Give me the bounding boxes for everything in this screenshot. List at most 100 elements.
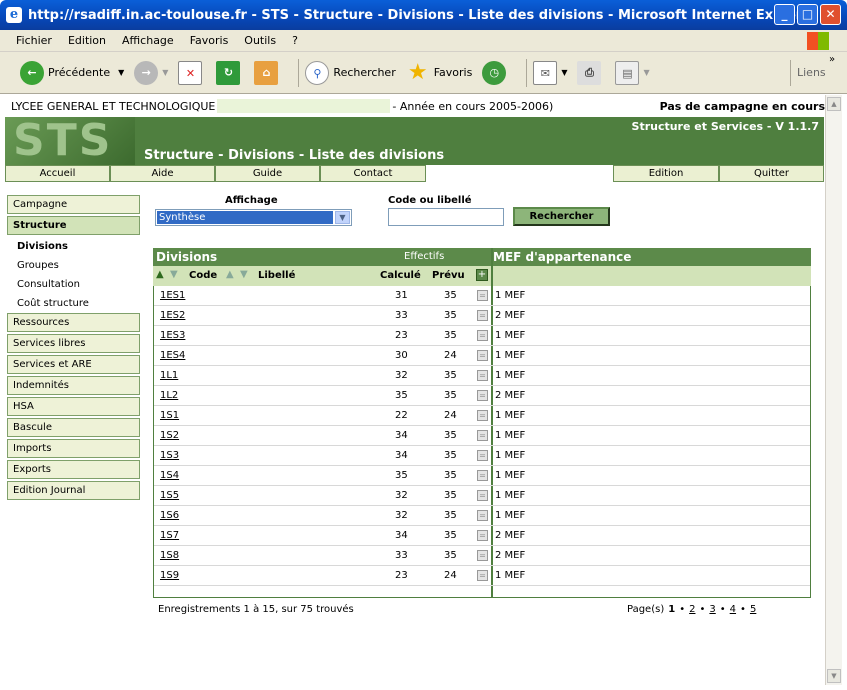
menu-fichier[interactable]: Fichier: [16, 34, 52, 47]
edit-button[interactable]: ▤ ▼: [615, 60, 650, 85]
row-action-icon[interactable]: =: [477, 310, 488, 321]
nav-contact[interactable]: Contact: [320, 165, 426, 182]
sidebar-item-hsa[interactable]: HSA: [7, 397, 140, 416]
division-code-link[interactable]: 1S1: [160, 410, 179, 421]
division-code-link[interactable]: 1S8: [160, 550, 179, 561]
code-libelle-input[interactable]: [388, 208, 504, 226]
sidebar-item-campagne[interactable]: Campagne: [7, 195, 140, 214]
close-button[interactable]: ✕: [820, 4, 841, 25]
minimize-button[interactable]: _: [774, 4, 795, 25]
column-libelle[interactable]: Libellé: [258, 270, 295, 281]
vertical-scrollbar[interactable]: ▲ ▼: [825, 95, 842, 685]
back-button[interactable]: ← Précédente ▼: [20, 60, 124, 85]
sidebar-item-edition-journal[interactable]: Edition Journal: [7, 481, 140, 500]
sidebar-item-imports[interactable]: Imports: [7, 439, 140, 458]
menu-help[interactable]: ?: [292, 34, 298, 47]
row-action-icon[interactable]: =: [477, 510, 488, 521]
nav-accueil[interactable]: Accueil: [5, 165, 110, 182]
division-code-link[interactable]: 1S4: [160, 470, 179, 481]
row-action-icon[interactable]: =: [477, 530, 488, 541]
chevron-icon[interactable]: »: [829, 54, 835, 65]
mef-count: 1 MEF: [495, 470, 526, 481]
stop-button[interactable]: ✕: [178, 60, 206, 85]
menu-favoris[interactable]: Favoris: [190, 34, 229, 47]
division-code-link[interactable]: 1S7: [160, 530, 179, 541]
forward-button[interactable]: → ▼: [134, 60, 168, 85]
page-link-4[interactable]: 4: [730, 604, 736, 615]
row-action-icon[interactable]: =: [477, 570, 488, 581]
home-button[interactable]: ⌂: [254, 60, 282, 85]
sort-desc-icon[interactable]: ▼: [170, 269, 178, 280]
mail-dropdown-icon[interactable]: ▼: [561, 68, 567, 77]
page-link-3[interactable]: 3: [709, 604, 715, 615]
division-code-link[interactable]: 1S6: [160, 510, 179, 521]
sidebar-subitem-divisions[interactable]: Divisions: [7, 237, 140, 256]
favorites-button[interactable]: ★ Favoris: [406, 60, 472, 85]
row-action-icon[interactable]: =: [477, 290, 488, 301]
nav-quitter[interactable]: Quitter: [719, 165, 824, 182]
sort-desc-icon[interactable]: ▼: [240, 269, 248, 280]
division-code-link[interactable]: 1S2: [160, 430, 179, 441]
affichage-select[interactable]: Synthèse ▼: [155, 209, 352, 226]
division-code-link[interactable]: 1S3: [160, 450, 179, 461]
row-action-icon[interactable]: =: [477, 470, 488, 481]
sidebar-item-bascule[interactable]: Bascule: [7, 418, 140, 437]
back-dropdown-icon[interactable]: ▼: [118, 68, 124, 77]
division-code-link[interactable]: 1S5: [160, 490, 179, 501]
sort-asc-icon[interactable]: ▲: [226, 269, 234, 280]
table-row: 1S7 34 35 = 2 MEF: [154, 526, 810, 546]
forward-dropdown-icon[interactable]: ▼: [162, 68, 168, 77]
sidebar-item-indemnites[interactable]: Indemnités: [7, 376, 140, 395]
nav-edition[interactable]: Edition: [613, 165, 719, 182]
row-action-icon[interactable]: =: [477, 350, 488, 361]
sidebar-item-ressources[interactable]: Ressources: [7, 313, 140, 332]
sidebar-subitem-groupes[interactable]: Groupes: [7, 256, 140, 275]
add-icon[interactable]: +: [476, 269, 488, 281]
row-action-icon[interactable]: =: [477, 330, 488, 341]
scroll-up-icon[interactable]: ▲: [827, 97, 841, 111]
row-action-icon[interactable]: =: [477, 490, 488, 501]
scroll-down-icon[interactable]: ▼: [827, 669, 841, 683]
sidebar-item-exports[interactable]: Exports: [7, 460, 140, 479]
menu-affichage[interactable]: Affichage: [122, 34, 174, 47]
mail-button[interactable]: ✉ ▼: [533, 60, 567, 85]
maximize-button[interactable]: □: [797, 4, 818, 25]
search-button[interactable]: ⚲ Rechercher: [305, 60, 396, 85]
row-action-icon[interactable]: =: [477, 550, 488, 561]
school-year: - Année en cours 2005-2006): [392, 99, 554, 113]
division-code-link[interactable]: 1L2: [160, 390, 178, 401]
division-code-link[interactable]: 1ES1: [160, 290, 185, 301]
page-link-2[interactable]: 2: [689, 604, 695, 615]
sidebar-subitem-consultation[interactable]: Consultation: [7, 275, 140, 294]
mef-count: 1 MEF: [495, 490, 526, 501]
division-code-link[interactable]: 1L1: [160, 370, 178, 381]
sort-asc-icon[interactable]: ▲: [156, 269, 164, 280]
row-action-icon[interactable]: =: [477, 450, 488, 461]
page-link-5[interactable]: 5: [750, 604, 756, 615]
edit-dropdown-icon[interactable]: ▼: [643, 68, 649, 77]
nav-aide[interactable]: Aide: [110, 165, 215, 182]
row-action-icon[interactable]: =: [477, 430, 488, 441]
menu-edition[interactable]: Edition: [68, 34, 106, 47]
sidebar-item-services-libres[interactable]: Services libres: [7, 334, 140, 353]
row-action-icon[interactable]: =: [477, 370, 488, 381]
menu-outils[interactable]: Outils: [244, 34, 276, 47]
division-code-link[interactable]: 1ES3: [160, 330, 185, 341]
effectif-prevu: 35: [444, 530, 457, 541]
sidebar-item-services-are[interactable]: Services et ARE: [7, 355, 140, 374]
row-action-icon[interactable]: =: [477, 410, 488, 421]
sidebar-item-structure[interactable]: Structure: [7, 216, 140, 235]
chevron-down-icon[interactable]: ▼: [335, 211, 350, 224]
division-code-link[interactable]: 1ES4: [160, 350, 185, 361]
refresh-button[interactable]: ↻: [216, 60, 244, 85]
row-action-icon[interactable]: =: [477, 390, 488, 401]
print-button[interactable]: ⎙: [577, 60, 605, 85]
history-button[interactable]: ◷: [482, 60, 510, 85]
sidebar-subitem-cout-structure[interactable]: Coût structure: [7, 294, 140, 313]
column-code[interactable]: Code: [189, 270, 217, 281]
nav-guide[interactable]: Guide: [215, 165, 320, 182]
division-code-link[interactable]: 1ES2: [160, 310, 185, 321]
division-code-link[interactable]: 1S9: [160, 570, 179, 581]
rechercher-button[interactable]: Rechercher: [513, 207, 610, 226]
links-label[interactable]: Liens: [797, 66, 826, 79]
